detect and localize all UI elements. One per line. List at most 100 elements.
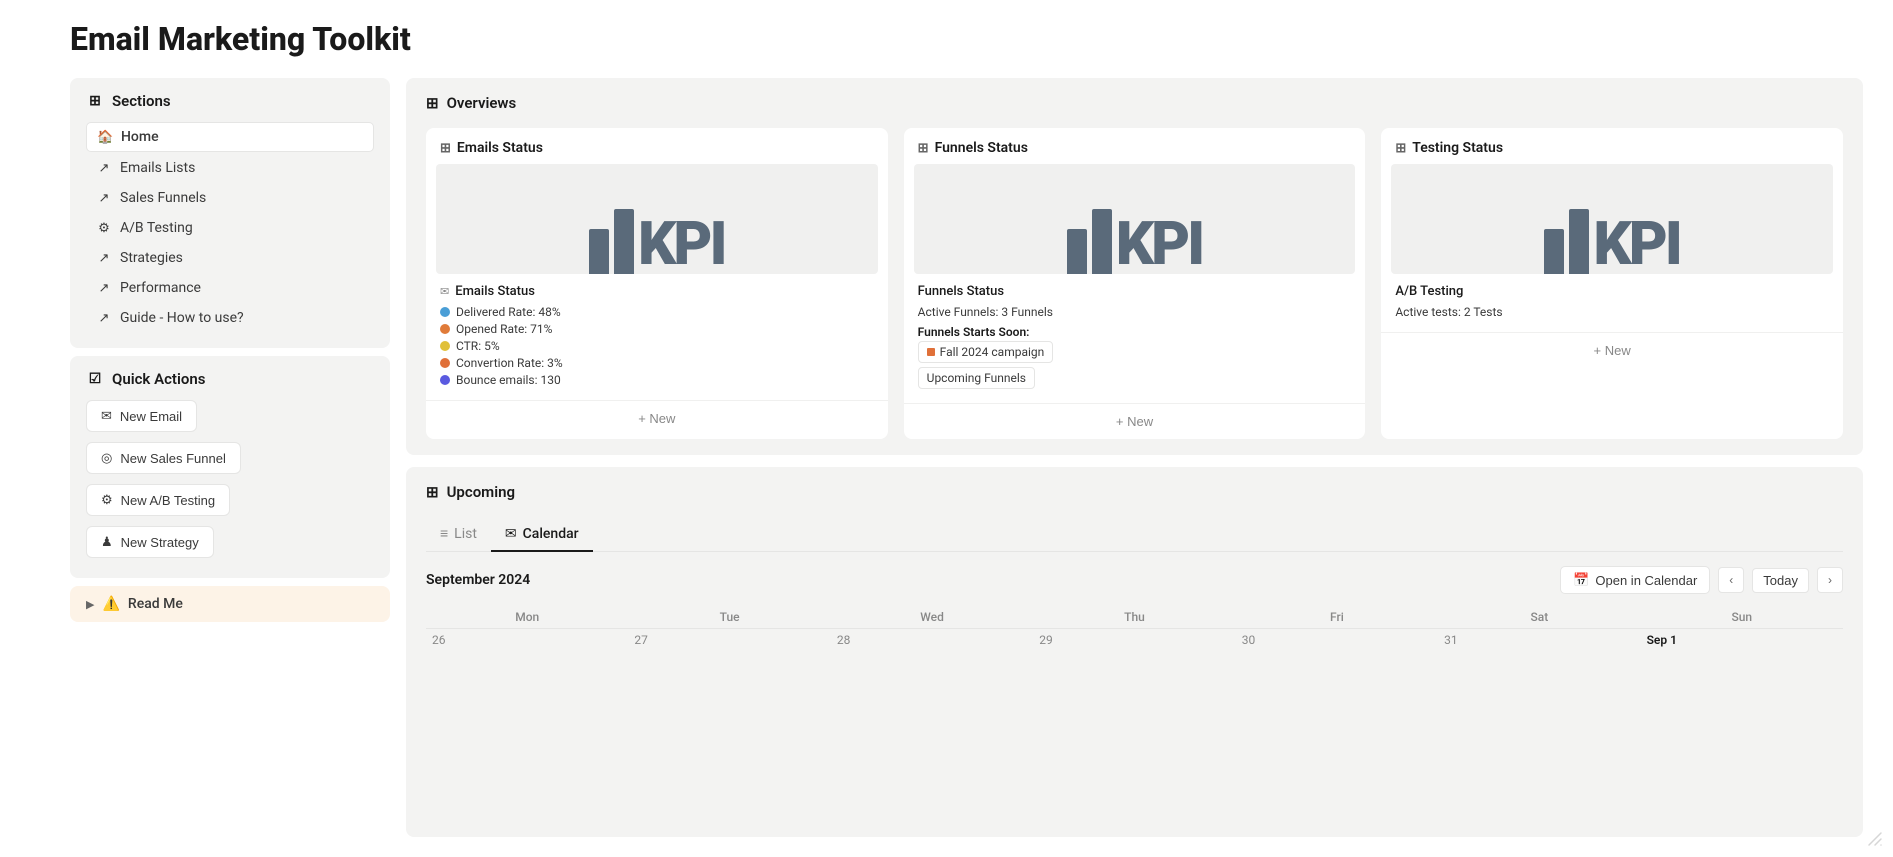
new-ab-testing-icon: ⚙ (101, 492, 113, 508)
funnels-status-title: Funnels Status (935, 140, 1028, 156)
upcoming-header: ⊞ Upcoming (426, 483, 1843, 501)
testing-status-icon: ⊞ (1395, 141, 1406, 156)
funnels-starts-soon: Funnels Starts Soon: Fall 2024 campaign (918, 325, 1352, 367)
sidebar-item-emails-lists-label: Emails Lists (120, 160, 195, 176)
cal-day-28: + 28 (831, 628, 1033, 688)
stat-dot-delivered (440, 307, 450, 317)
stat-conversion: Convertion Rate: 3% (440, 356, 874, 370)
kpi-bar-1 (589, 229, 609, 274)
testing-new-button[interactable]: + New (1381, 332, 1843, 368)
emails-kpi-bars (589, 209, 634, 274)
stat-delivered: Delivered Rate: 48% (440, 305, 874, 319)
read-me-section[interactable]: ▶ ⚠️ Read Me (70, 586, 390, 622)
cal-day-31: + 31 (1438, 628, 1640, 688)
emails-content-icon: ✉ (440, 285, 449, 298)
funnels-kpi-bars (1067, 209, 1112, 274)
emails-new-button[interactable]: + New (426, 400, 888, 436)
performance-icon: ↗ (96, 281, 112, 296)
sections-header: ⊞ Sections (86, 92, 374, 110)
emails-new-label: + New (638, 411, 675, 426)
funnels-new-label: + New (1116, 414, 1153, 429)
new-sales-funnel-icon: ◎ (101, 450, 112, 466)
funnels-kpi-visual: KPI (914, 164, 1356, 274)
upcoming-icon: ⊞ (426, 483, 439, 501)
day-header-sat: Sat (1438, 606, 1640, 628)
sidebar-item-emails-lists[interactable]: ↗ Emails Lists (86, 154, 374, 182)
funnels-content-title: Funnels Status (918, 284, 1352, 299)
cal-day-29: + 29 (1033, 628, 1235, 688)
stat-opened: Opened Rate: 71% (440, 322, 874, 336)
funnels-active-text: Active Funnels: 3 Funnels (918, 305, 1053, 319)
testing-content-title: A/B Testing (1395, 284, 1829, 299)
testing-kpi-bars (1544, 209, 1589, 274)
upcoming-panel: ⊞ Upcoming ≡ List ✉ Calendar Sep (406, 467, 1863, 837)
upcoming-funnels-text: Upcoming Funnels (927, 371, 1026, 385)
new-sales-funnel-button[interactable]: ◎ New Sales Funnel (86, 442, 241, 474)
sidebar-item-strategies[interactable]: ↗ Strategies (86, 244, 374, 272)
funnels-starts-soon-label: Funnels Starts Soon: (918, 325, 1352, 339)
testing-content-title-text: A/B Testing (1395, 284, 1463, 299)
testing-kpi-bar-1 (1544, 229, 1564, 274)
emails-status-icon: ⊞ (440, 141, 451, 156)
calendar-tab-label: Calendar (523, 526, 579, 542)
testing-active: Active tests: 2 Tests (1395, 305, 1829, 319)
funnels-status-header: ⊞ Funnels Status (904, 128, 1366, 164)
new-strategy-label: New Strategy (121, 535, 199, 550)
quick-actions-label: Quick Actions (112, 370, 205, 388)
emails-content-title: ✉ Emails Status (440, 284, 874, 299)
calendar-prev-button[interactable]: ‹ (1718, 567, 1744, 593)
open-in-calendar-button[interactable]: 📅 Open in Calendar (1560, 566, 1710, 594)
testing-kpi-text: KPI (1593, 214, 1680, 274)
overviews-panel: ⊞ Overviews ⊞ Emails Status (406, 78, 1863, 455)
page-title: Email Marketing Toolkit (70, 20, 1863, 58)
main-content: ⊞ Overviews ⊞ Emails Status (406, 78, 1863, 837)
emails-status-header: ⊞ Emails Status (426, 128, 888, 164)
read-me-arrow-icon: ▶ (86, 598, 94, 611)
campaign-tag[interactable]: Fall 2024 campaign (918, 341, 1054, 363)
calendar-header: September 2024 📅 Open in Calendar ‹ Toda… (426, 566, 1843, 594)
sidebar-item-performance-label: Performance (120, 280, 201, 296)
funnels-status-icon: ⊞ (918, 141, 929, 156)
sidebar-item-home[interactable]: 🏠 Home (86, 122, 374, 152)
warning-icon: ⚠️ (102, 596, 119, 612)
resize-handle[interactable] (1867, 831, 1883, 847)
overviews-grid: ⊞ Emails Status KPI ✉ (426, 128, 1843, 439)
guide-icon: ↗ (96, 311, 112, 326)
day-header-fri: Fri (1236, 606, 1438, 628)
sidebar-item-performance[interactable]: ↗ Performance (86, 274, 374, 302)
funnels-new-button[interactable]: + New (904, 403, 1366, 439)
stat-opened-text: Opened Rate: 71% (456, 322, 552, 336)
day-header-mon: Mon (426, 606, 628, 628)
testing-kpi-bar-2 (1569, 209, 1589, 274)
funnels-kpi-bar-1 (1067, 229, 1087, 274)
new-email-icon: ✉ (101, 408, 112, 424)
sidebar-item-guide[interactable]: ↗ Guide - How to use? (86, 304, 374, 332)
stat-dot-bounce (440, 375, 450, 385)
stat-dot-opened (440, 324, 450, 334)
quick-actions-grid: ✉ New Email ◎ New Sales Funnel ⚙ New A/B… (86, 400, 374, 564)
upcoming-funnels-tag[interactable]: Upcoming Funnels (918, 367, 1035, 389)
tab-calendar[interactable]: ✉ Calendar (491, 518, 593, 552)
kpi-bar-2 (614, 209, 634, 274)
sidebar-item-ab-testing[interactable]: ⚙ A/B Testing (86, 214, 374, 242)
emails-status-title: Emails Status (457, 140, 543, 156)
campaign-tag-text: Fall 2024 campaign (940, 345, 1045, 359)
testing-status-card: ⊞ Testing Status KPI A/B (1381, 128, 1843, 439)
cal-day-26: + 26 (426, 628, 628, 688)
quick-actions-panel: ☑ Quick Actions ✉ New Email ◎ New Sales … (70, 356, 390, 578)
new-email-button[interactable]: ✉ New Email (86, 400, 197, 432)
new-ab-testing-button[interactable]: ⚙ New A/B Testing (86, 484, 230, 516)
stat-bounce-text: Bounce emails: 130 (456, 373, 561, 387)
stat-ctr-text: CTR: 5% (456, 339, 500, 353)
upcoming-tab-bar: ≡ List ✉ Calendar (426, 517, 1843, 552)
tab-list[interactable]: ≡ List (426, 517, 491, 552)
new-strategy-button[interactable]: ♟ New Strategy (86, 526, 214, 558)
read-me-label: Read Me (128, 596, 183, 612)
today-button[interactable]: Today (1752, 568, 1809, 593)
emails-lists-icon: ↗ (96, 161, 112, 176)
list-tab-label: List (454, 526, 477, 542)
day-header-thu: Thu (1033, 606, 1235, 628)
funnels-active: Active Funnels: 3 Funnels (918, 305, 1352, 319)
sidebar-item-sales-funnels[interactable]: ↗ Sales Funnels (86, 184, 374, 212)
calendar-next-button[interactable]: › (1817, 567, 1843, 593)
